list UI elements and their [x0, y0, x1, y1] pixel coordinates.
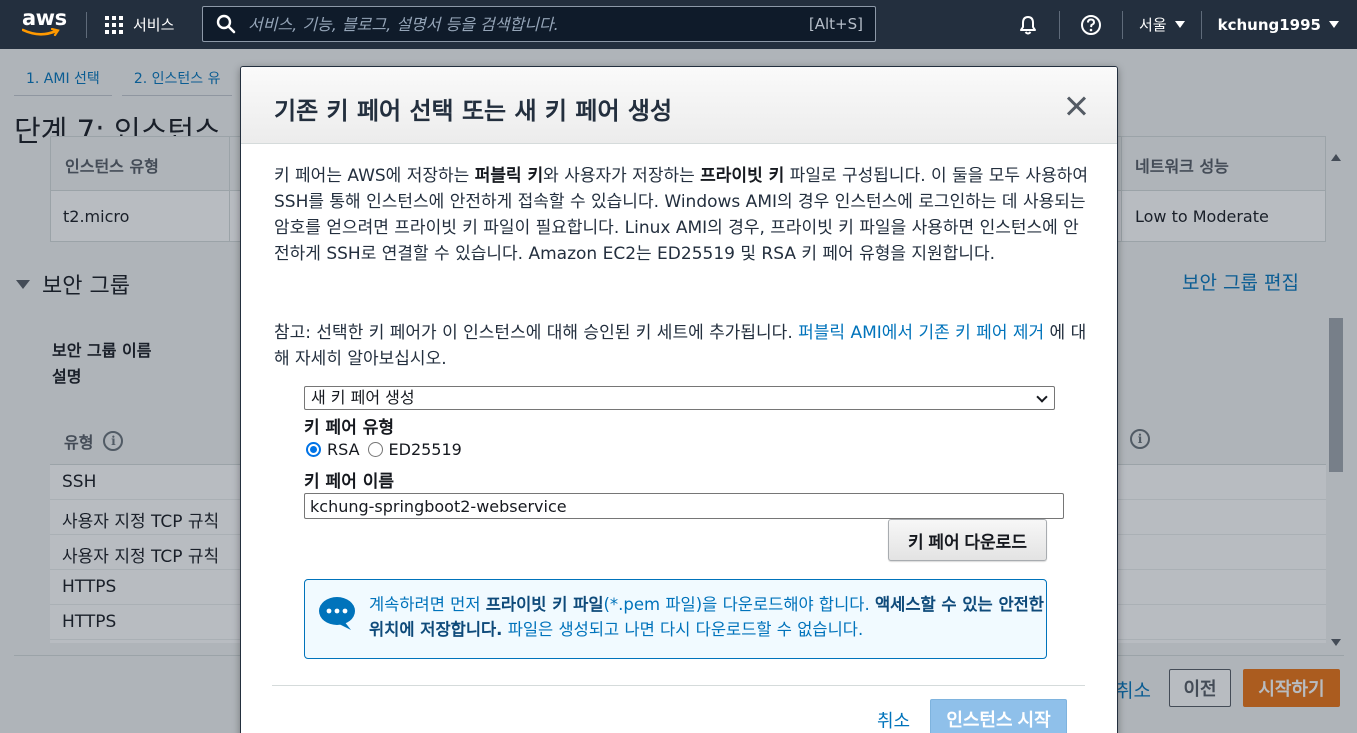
chat-bubble-icon: [319, 597, 355, 630]
account-name: kchung1995: [1217, 15, 1321, 34]
key-pair-name-field[interactable]: [304, 493, 1064, 519]
radio-rsa-label: RSA: [327, 440, 360, 459]
key-pair-select-value: 새 키 페어 생성: [311, 388, 415, 407]
key-pair-type-label: 키 페어 유형: [304, 418, 395, 438]
account-menu[interactable]: kchung1995: [1202, 0, 1357, 49]
download-key-pair-button[interactable]: 키 페어 다운로드: [888, 519, 1047, 561]
aws-smile-icon: [22, 28, 60, 37]
chevron-down-icon: [1036, 391, 1048, 403]
info-alert: 계속하려면 먼저 프라이빗 키 파일(*.pem 파일)을 다운로드해야 합니다…: [304, 579, 1047, 659]
nav-right: 서울 kchung1995: [997, 0, 1357, 49]
modal-title: 기존 키 페어 선택 또는 새 키 페어 생성: [274, 97, 673, 125]
key-pair-type-radios: RSA ED25519: [306, 440, 462, 459]
modal-cancel-link[interactable]: 취소: [877, 707, 910, 733]
radio-rsa[interactable]: [306, 442, 321, 457]
radio-ed25519-label: ED25519: [388, 440, 462, 459]
grid-icon: [105, 15, 123, 34]
services-label: 서비스: [133, 16, 175, 34]
key-pair-name-label: 키 페어 이름: [304, 472, 395, 492]
key-pair-select[interactable]: 새 키 페어 생성: [304, 386, 1055, 410]
search-icon: [216, 14, 236, 34]
bell-icon: [1020, 15, 1036, 34]
aws-logo[interactable]: aws: [0, 0, 86, 49]
search-bar[interactable]: [Alt+S]: [202, 6, 876, 42]
search-shortcut: [Alt+S]: [808, 15, 863, 33]
key-pair-description: 키 페어는 AWS에 저장하는 퍼블릭 키와 사용자가 저장하는 프라이빗 키 …: [274, 166, 1088, 264]
region-label: 서울: [1139, 16, 1167, 34]
caret-down-icon: [1329, 21, 1339, 28]
launch-instance-button[interactable]: 인스턴스 시작: [930, 699, 1067, 733]
caret-down-icon: [1174, 21, 1185, 28]
modal-footer-divider: [272, 685, 1085, 686]
region-selector[interactable]: 서울: [1123, 0, 1201, 49]
search-input[interactable]: [248, 14, 809, 34]
key-pair-note: 참고: 선택한 키 페어가 이 인스턴스에 대해 승인된 키 세트에 추가됩니다…: [274, 323, 1087, 369]
remove-key-pair-link[interactable]: 퍼블릭 AMI에서 기존 키 페어 제거: [798, 323, 1044, 343]
key-pair-modal: 기존 키 페어 선택 또는 새 키 페어 생성 키 페어는 AWS에 저장하는 …: [240, 66, 1118, 733]
notifications-button[interactable]: [997, 0, 1059, 49]
radio-ed25519[interactable]: [367, 442, 383, 457]
aws-logo-text: aws: [22, 6, 67, 30]
modal-header: 기존 키 페어 선택 또는 새 키 페어 생성: [241, 67, 1117, 144]
help-icon: [1081, 14, 1101, 35]
help-button[interactable]: [1060, 0, 1122, 49]
nav-divider: [86, 11, 87, 38]
info-alert-text: 계속하려면 먼저 프라이빗 키 파일(*.pem 파일)을 다운로드해야 합니다…: [369, 595, 1044, 639]
top-nav: aws 서비스 [Alt+S]: [0, 0, 1357, 49]
close-button[interactable]: [1063, 93, 1089, 119]
services-button[interactable]: 서비스: [105, 14, 185, 35]
